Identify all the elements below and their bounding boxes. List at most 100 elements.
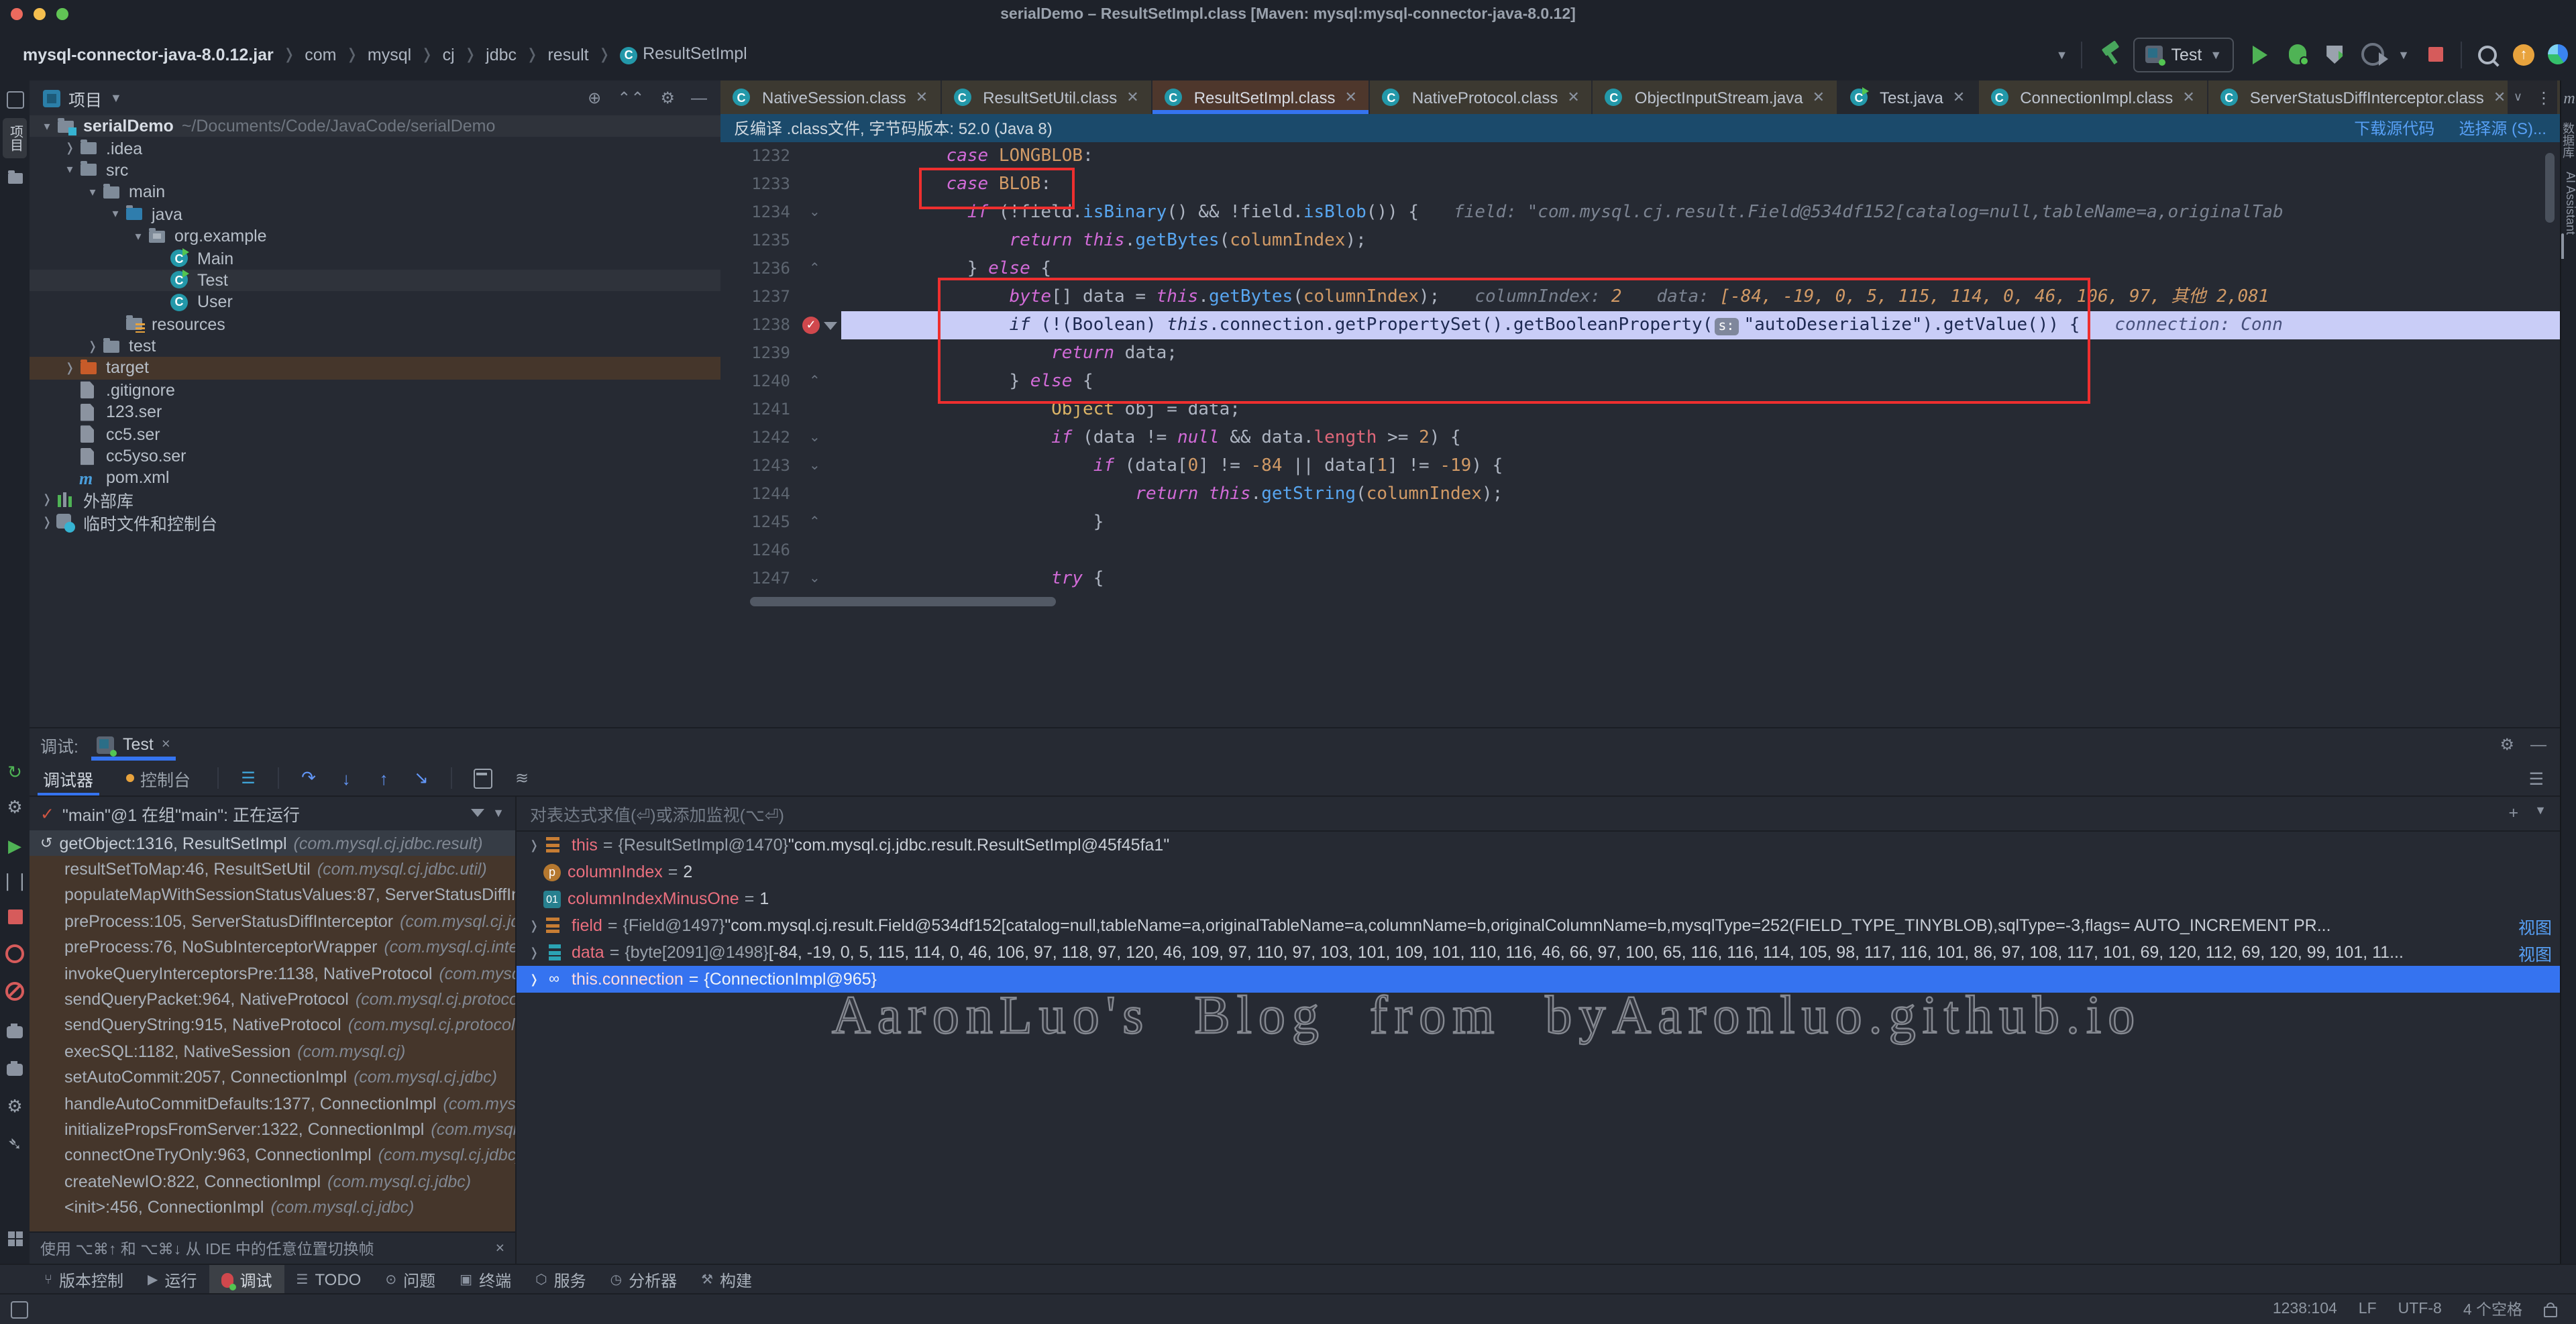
expand-chevron-icon[interactable]: ❭ <box>525 945 543 960</box>
tree-chevron-icon[interactable]: ❭ <box>38 514 56 529</box>
pin-tab-button[interactable]: ➴ <box>0 1129 30 1159</box>
stack-frame-row[interactable]: sendQueryPacket:964, NativeProtocol(com.… <box>30 987 515 1013</box>
tree-row-123.ser[interactable]: 123.ser <box>30 401 720 423</box>
bottom-bar-item-终端[interactable]: ▣终端 <box>447 1265 523 1294</box>
stack-frame-row[interactable]: preProcess:76, NoSubInterceptorWrapper(c… <box>30 934 515 960</box>
tool-window-grid-icon[interactable] <box>0 1223 30 1253</box>
tool-windows-icon[interactable] <box>0 86 30 113</box>
editor-tab[interactable]: CConnectionImpl.class✕ <box>1978 80 2208 114</box>
tab-console[interactable]: 控制台 <box>112 761 204 795</box>
coverage-button[interactable] <box>2322 42 2347 66</box>
close-tab-icon[interactable]: ✕ <box>2493 89 2506 106</box>
code-line-1241[interactable]: 1241 Object obj = data; <box>720 396 2560 424</box>
stack-frame-row[interactable]: initializePropsFromServer:1322, Connecti… <box>30 1117 515 1143</box>
tree-row-serialDemo[interactable]: ▾serialDemo~/Documents/Code/JavaCode/ser… <box>30 115 720 137</box>
tree-row-main[interactable]: ▾main <box>30 181 720 203</box>
file-encoding-indicator[interactable]: UTF-8 <box>2398 1301 2442 1317</box>
step-over-button[interactable]: ↷ <box>292 767 325 789</box>
close-tab-icon[interactable]: ✕ <box>1813 89 1825 106</box>
chevron-down-icon[interactable]: ▼ <box>2398 48 2410 61</box>
project-tool-window-tab[interactable]: 项目 <box>3 118 27 158</box>
variable-row-columnIndex[interactable]: pcolumnIndex=2 <box>517 859 2560 885</box>
code-line-1239[interactable]: 1239 return data; <box>720 339 2560 368</box>
notifications-bell-icon[interactable] <box>2561 233 2564 259</box>
editor-tab[interactable]: CNativeSession.class✕ <box>720 80 941 114</box>
code-line-1240[interactable]: 1240⌃ } else { <box>720 368 2560 396</box>
indent-indicator[interactable]: 4 个空格 <box>2463 1299 2522 1320</box>
tree-row-cc5yso.ser[interactable]: cc5yso.ser <box>30 445 720 467</box>
tree-chevron-icon[interactable]: ❭ <box>60 361 79 376</box>
user-avatar-icon[interactable] <box>2019 42 2043 66</box>
fold-collapse-icon[interactable]: ⌄ <box>809 424 820 452</box>
breadcrumb[interactable]: mysql-connector-java-8.0.12.jar❭com❭mysq… <box>23 45 747 64</box>
layout-icon[interactable]: ☰ <box>232 769 264 787</box>
code-line-1234[interactable]: 1234⌄ if (!field.isBinary() && !field.is… <box>720 199 2560 227</box>
tab-options-kebab-icon[interactable]: ⋮ <box>2536 88 2552 107</box>
tree-row-org.example[interactable]: ▾org.example <box>30 225 720 247</box>
filter-funnel-icon[interactable] <box>471 809 484 817</box>
close-tab-icon[interactable]: ✕ <box>916 89 928 106</box>
code-line-1245[interactable]: 1245⌃ } <box>720 508 2560 537</box>
settings-sync-icon[interactable] <box>2548 44 2568 64</box>
locate-file-icon[interactable]: ⊕ <box>588 89 601 107</box>
breadcrumb-item[interactable]: CResultSetImpl <box>620 45 747 64</box>
horizontal-scrollbar[interactable] <box>750 597 1056 606</box>
bottom-bar-item-运行[interactable]: ▶运行 <box>136 1265 209 1294</box>
tree-row-pom.xml[interactable]: mpom.xml <box>30 467 720 490</box>
expand-chevron-icon[interactable]: ❭ <box>525 918 543 933</box>
stack-frame-row[interactable]: preProcess:105, ServerStatus­DiffInterce… <box>30 908 515 934</box>
tree-chevron-icon[interactable]: ▾ <box>60 163 79 178</box>
screenshot-button[interactable] <box>0 1017 30 1046</box>
search-everywhere-icon[interactable] <box>2475 42 2500 66</box>
code-line-1232[interactable]: 1232 case LONGBLOB: <box>720 142 2560 170</box>
bottom-bar-item-分析器[interactable]: ◷分析器 <box>598 1265 690 1294</box>
stack-frame-row[interactable]: resultSetToMap:46, ResultSetUtil(com.mys… <box>30 857 515 883</box>
tree-row-.idea[interactable]: ❭.idea <box>30 137 720 160</box>
variable-row-columnIndexMinusOne[interactable]: 01columnIndexMinusOne=1 <box>517 885 2560 912</box>
close-hint-icon[interactable]: × <box>496 1241 504 1257</box>
editor-tab[interactable]: CNativeProtocol.class✕ <box>1371 80 1593 114</box>
tree-chevron-icon[interactable]: ❭ <box>38 493 56 508</box>
bottom-bar-item-服务[interactable]: ⬡服务 <box>523 1265 598 1294</box>
maven-tool-window-tab[interactable]: m <box>2561 89 2576 109</box>
code-line-1247[interactable]: 1247⌄ try { <box>720 565 2560 593</box>
fold-expand-icon[interactable]: ⌃ <box>809 508 820 537</box>
caret-position[interactable]: 1238:104 <box>2273 1301 2337 1317</box>
debug-session-tab[interactable]: Test × <box>97 728 170 761</box>
chevron-down-icon[interactable]: ▼ <box>492 806 504 820</box>
stack-frame-row[interactable]: sendQueryString:915, NativeProtocol(com.… <box>30 1012 515 1038</box>
rerun-button[interactable]: ↻ <box>0 758 30 787</box>
stack-frame-row[interactable]: populateMapWithSessionStatusValues:87, S… <box>30 883 515 909</box>
pause-button[interactable]: ❘❘ <box>0 867 30 896</box>
code-line-1246[interactable]: 1246 <box>720 537 2560 565</box>
download-sources-link[interactable]: 下载源代码 <box>2354 117 2434 140</box>
tree-row-src[interactable]: ▾src <box>30 160 720 182</box>
code-line-1237[interactable]: 1237 byte[] data = this.getBytes(columnI… <box>720 283 2560 311</box>
editor-tab[interactable]: CTest.java✕ <box>1838 80 1978 114</box>
view-options-icon[interactable]: ≋ <box>506 769 538 787</box>
close-tab-icon[interactable]: ✕ <box>1126 89 1138 106</box>
step-into-button[interactable]: ↓ <box>330 768 362 788</box>
capture-memory-button[interactable] <box>0 1054 30 1084</box>
tree-row-java[interactable]: ▾java <box>30 203 720 225</box>
tree-chevron-icon[interactable]: ▾ <box>38 119 56 133</box>
editor-tab[interactable]: CResultSetUtil.class✕ <box>941 80 1152 114</box>
project-panel-header[interactable]: 项目 ▼ ⊕ ⌃⌃ ⚙ — <box>30 80 720 115</box>
tree-chevron-icon[interactable]: ▾ <box>106 207 125 222</box>
show-hidden-tabs-icon[interactable]: ∨ <box>2514 90 2522 105</box>
resume-button[interactable]: ▶ <box>0 832 30 861</box>
evaluate-expression-input[interactable]: 对表达式求值(⏎)或添加监视(⌥⏎) + ▼ <box>517 795 2560 832</box>
database-tool-window-tab[interactable]: 数据库 <box>2561 122 2576 158</box>
stop-process-button[interactable] <box>0 901 30 931</box>
variable-row-this-connection[interactable]: ❭∞this.connection={ConnectionImpl@965} <box>517 966 2560 993</box>
fold-collapse-icon[interactable]: ⌄ <box>809 452 820 480</box>
stack-frame-row[interactable]: handleAutoCommitDefaults:1377, Connectio… <box>30 1091 515 1117</box>
modify-run-configuration-icon[interactable]: ⚙ <box>0 793 30 822</box>
editor-tab[interactable]: CServerStatusDiffInterceptor.class✕ <box>2208 80 2520 114</box>
close-session-icon[interactable]: × <box>162 736 170 753</box>
debug-settings-gear-icon[interactable]: ⚙ <box>0 1092 30 1121</box>
close-tab-icon[interactable]: ✕ <box>1344 89 1356 106</box>
tree-chevron-icon[interactable]: ▾ <box>129 229 148 243</box>
editor-tab[interactable]: CObjectInputStream.java✕ <box>1593 80 1838 114</box>
line-separator-indicator[interactable]: LF <box>2359 1301 2377 1317</box>
